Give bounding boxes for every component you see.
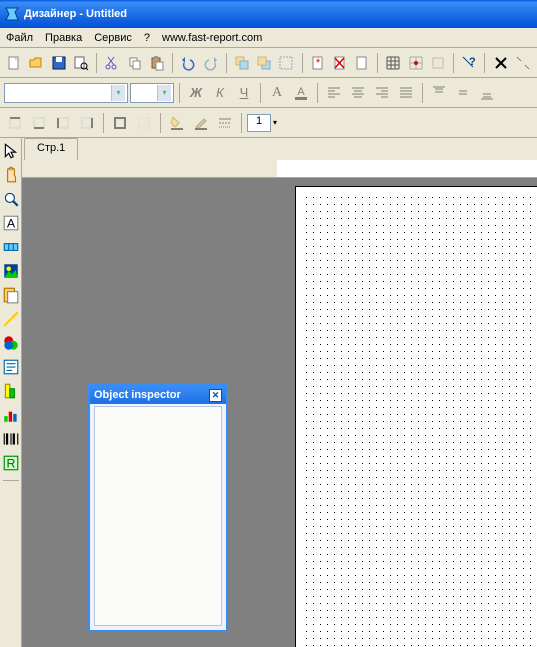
menu-url[interactable]: www.fast-report.com <box>162 32 262 44</box>
undo-button[interactable] <box>178 52 198 74</box>
menu-help[interactable]: ? <box>144 32 150 44</box>
paste-button[interactable] <box>147 52 167 74</box>
align-left-button[interactable] <box>323 82 345 104</box>
menu-service[interactable]: Сервис <box>94 32 132 44</box>
title-bar: Дизайнер - Untitled <box>0 0 537 28</box>
frame-style-button[interactable] <box>214 112 236 134</box>
window-title: Дизайнер - Untitled <box>24 8 127 20</box>
svg-text:?: ? <box>469 56 476 68</box>
separator-icon <box>513 52 533 74</box>
delete-page-button[interactable] <box>330 52 350 74</box>
page-options-button[interactable] <box>352 52 372 74</box>
tool-palette: A R <box>0 138 22 647</box>
align-justify-button[interactable] <box>395 82 417 104</box>
subreport-tool[interactable] <box>2 286 20 304</box>
inspector-body <box>94 406 222 626</box>
tab-page1[interactable]: Стр.1 <box>24 138 78 160</box>
svg-text:R: R <box>6 457 15 471</box>
frame-right-button[interactable] <box>76 112 98 134</box>
svg-text:*: * <box>315 57 320 69</box>
align-right-button[interactable] <box>371 82 393 104</box>
menu-file[interactable]: Файл <box>6 32 33 44</box>
ruler-horizontal <box>22 160 537 178</box>
zoom-tool[interactable] <box>2 190 20 208</box>
valign-middle-button[interactable] <box>452 82 474 104</box>
svg-text:A: A <box>297 86 305 98</box>
svg-text:A: A <box>6 217 15 231</box>
inspector-close-icon[interactable]: ✕ <box>209 389 222 402</box>
menu-bar: Файл Правка Сервис ? www.fast-report.com <box>0 28 537 48</box>
richtext-tool[interactable] <box>2 358 20 376</box>
report-page[interactable] <box>295 186 537 647</box>
font-color-button[interactable]: A <box>290 82 312 104</box>
close-button[interactable] <box>490 52 510 74</box>
grid-button[interactable] <box>383 52 403 74</box>
frame-left-button[interactable] <box>52 112 74 134</box>
text-tool[interactable]: A <box>2 214 20 232</box>
toolbar-font: ▾ ▾ Ж К Ч A A <box>0 78 537 108</box>
italic-button[interactable]: К <box>209 82 231 104</box>
redo-button[interactable] <box>200 52 220 74</box>
valign-top-button[interactable] <box>428 82 450 104</box>
line-tool[interactable] <box>2 310 20 328</box>
page-tabs: Стр.1 <box>22 138 537 160</box>
picture-tool[interactable] <box>2 262 20 280</box>
frame-bottom-button[interactable] <box>28 112 50 134</box>
font-name-combo[interactable]: ▾ <box>4 83 128 103</box>
frame-none-button[interactable] <box>133 112 155 134</box>
fill-color-button[interactable] <box>166 112 188 134</box>
save-button[interactable] <box>49 52 69 74</box>
underline-button[interactable]: Ч <box>233 82 255 104</box>
send-back-button[interactable] <box>254 52 274 74</box>
font-icon[interactable]: A <box>266 82 288 104</box>
preview-button[interactable] <box>71 52 91 74</box>
frame-top-button[interactable] <box>4 112 26 134</box>
menu-edit[interactable]: Правка <box>45 32 82 44</box>
inspector-title: Object inspector <box>94 389 181 401</box>
frame-width-drop[interactable]: ▾ <box>273 118 283 127</box>
select-all-button[interactable] <box>276 52 296 74</box>
frame-color-button[interactable] <box>190 112 212 134</box>
bring-front-button[interactable] <box>232 52 252 74</box>
toolbar-standard: * ? <box>0 48 537 78</box>
chart-tool[interactable] <box>2 406 20 424</box>
band-tool[interactable] <box>2 238 20 256</box>
frame-width-input[interactable]: 1 <box>247 114 271 132</box>
workspace: Стр.1 Object inspector ✕ <box>22 138 537 647</box>
hand-tool[interactable] <box>2 166 20 184</box>
bold-button[interactable]: Ж <box>185 82 207 104</box>
frame-all-button[interactable] <box>109 112 131 134</box>
open-button[interactable] <box>26 52 46 74</box>
snap-grid-button[interactable] <box>406 52 426 74</box>
select-tool[interactable] <box>2 142 20 160</box>
help-button[interactable]: ? <box>459 52 479 74</box>
barcode-tool[interactable] <box>2 430 20 448</box>
page-grid <box>303 194 537 647</box>
fit-grid-button[interactable] <box>428 52 448 74</box>
ole-tool[interactable] <box>2 382 20 400</box>
font-size-combo[interactable]: ▾ <box>130 83 174 103</box>
cut-button[interactable] <box>102 52 122 74</box>
app-icon <box>4 6 20 22</box>
copy-button[interactable] <box>124 52 144 74</box>
divider <box>3 480 19 481</box>
richtext2-tool[interactable]: R <box>2 454 20 472</box>
new-page-button[interactable]: * <box>307 52 327 74</box>
object-inspector[interactable]: Object inspector ✕ <box>88 384 228 632</box>
shape-tool[interactable] <box>2 334 20 352</box>
new-button[interactable] <box>4 52 24 74</box>
align-center-button[interactable] <box>347 82 369 104</box>
inspector-title-bar[interactable]: Object inspector ✕ <box>90 386 226 404</box>
toolbar-frame: 1▾ <box>0 108 537 138</box>
valign-bottom-button[interactable] <box>476 82 498 104</box>
